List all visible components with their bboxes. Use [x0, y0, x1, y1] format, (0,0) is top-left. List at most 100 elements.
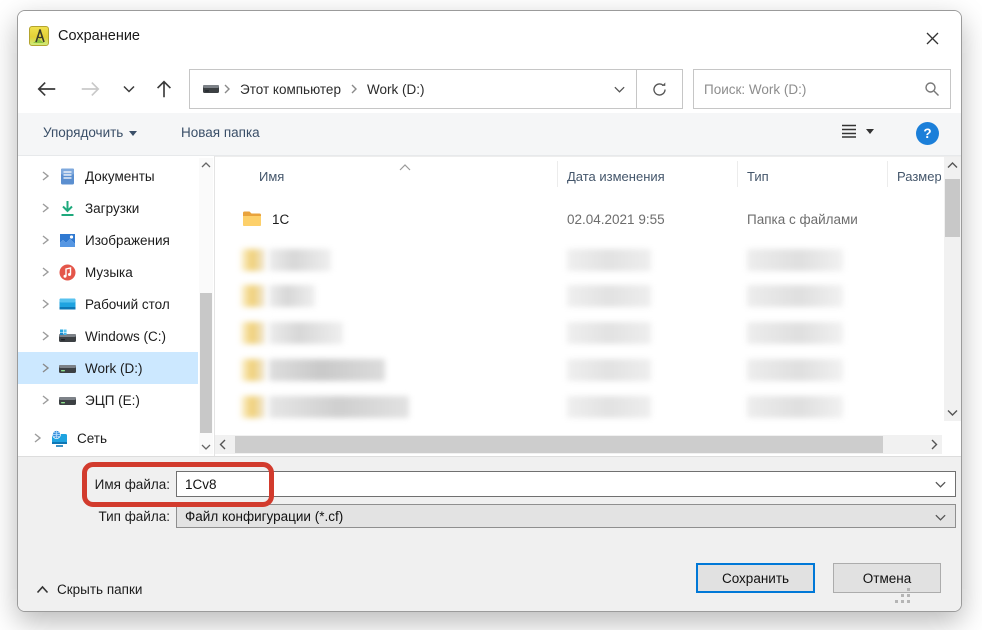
horizontal-scrollbar[interactable] — [215, 435, 942, 454]
caret-down-icon — [129, 131, 137, 136]
folder-icon — [241, 249, 265, 271]
scrollbar-thumb[interactable] — [200, 293, 212, 433]
scroll-down-icon[interactable] — [199, 440, 213, 454]
file-row-1c[interactable]: 1С 02.04.2021 9:55 Папка с файлами — [215, 205, 935, 235]
folder-icon — [241, 285, 265, 307]
list-view-icon — [840, 123, 858, 139]
desktop-icon — [58, 295, 77, 314]
cancel-button[interactable]: Отмена — [833, 563, 941, 593]
view-mode-button[interactable] — [840, 123, 874, 139]
organize-menu-button[interactable]: Упорядочить — [43, 125, 137, 140]
drive-icon — [58, 391, 77, 410]
address-bar[interactable]: Этот компьютер Work (D:) — [189, 69, 637, 109]
expand-chevron-icon[interactable] — [38, 169, 52, 183]
chevron-up-icon — [36, 585, 49, 594]
save-dialog-window: Сохранение Этот компьютер Work ( — [17, 10, 962, 612]
column-header-size[interactable]: Размер — [897, 169, 941, 184]
expand-chevron-icon[interactable] — [38, 297, 52, 311]
scroll-left-icon[interactable] — [215, 437, 231, 452]
vertical-scrollbar[interactable] — [944, 157, 961, 421]
folder-icon — [242, 210, 262, 227]
sidebar-item-label: Документы — [85, 169, 155, 184]
save-button[interactable]: Сохранить — [696, 563, 815, 593]
scroll-down-icon[interactable] — [945, 405, 960, 421]
sidebar-item-label: Сеть — [77, 431, 107, 446]
file-name: 1С — [272, 212, 289, 227]
scrollbar-thumb[interactable] — [235, 436, 883, 453]
sort-ascending-icon[interactable] — [398, 159, 412, 177]
scroll-up-icon[interactable] — [945, 157, 960, 173]
search-icon[interactable] — [924, 81, 940, 97]
column-divider — [557, 161, 558, 187]
sidebar-item-work-d[interactable]: Work (D:) — [18, 352, 198, 384]
search-input[interactable] — [704, 82, 924, 97]
redacted-row[interactable] — [215, 284, 935, 310]
column-divider — [737, 161, 738, 187]
expand-chevron-icon[interactable] — [38, 393, 52, 407]
sidebar-item-label: Work (D:) — [85, 361, 143, 376]
column-header-type[interactable]: Тип — [747, 169, 769, 184]
expand-chevron-icon[interactable] — [30, 431, 44, 445]
column-divider — [887, 161, 888, 187]
chevron-down-icon[interactable] — [934, 478, 947, 496]
sidebar-item-label: Загрузки — [85, 201, 139, 216]
scroll-up-icon[interactable] — [199, 158, 213, 172]
documents-icon — [58, 167, 77, 186]
redacted-row[interactable] — [215, 395, 935, 421]
sidebar-item-label: ЭЦП (E:) — [85, 393, 140, 408]
sidebar-item-desktop[interactable]: Рабочий стол — [18, 288, 198, 320]
sidebar-item-label: Windows (C:) — [85, 329, 166, 344]
breadcrumb-chevron-icon — [349, 83, 359, 95]
command-bar: Упорядочить Новая папка ? — [18, 113, 961, 156]
recent-locations-button[interactable] — [116, 76, 142, 102]
redacted-row[interactable] — [215, 248, 935, 274]
scroll-right-icon[interactable] — [926, 437, 942, 452]
hide-folders-button[interactable]: Скрыть папки — [36, 582, 142, 597]
sidebar-scrollbar[interactable] — [199, 158, 213, 454]
redacted-row[interactable] — [215, 321, 935, 347]
up-button[interactable] — [151, 76, 177, 102]
breadcrumb-current-folder[interactable]: Work (D:) — [361, 82, 431, 97]
new-folder-label: Новая папка — [181, 125, 260, 140]
folder-icon — [241, 322, 265, 344]
new-folder-button[interactable]: Новая папка — [181, 125, 260, 140]
caret-down-icon — [866, 129, 874, 134]
expand-chevron-icon[interactable] — [38, 361, 52, 375]
resize-grip[interactable] — [896, 589, 910, 603]
expand-chevron-icon[interactable] — [38, 233, 52, 247]
music-icon — [58, 263, 77, 282]
column-header-name[interactable]: Имя — [259, 169, 284, 184]
filename-label: Имя файла: — [70, 477, 170, 492]
expand-chevron-icon[interactable] — [38, 329, 52, 343]
chevron-down-icon — [934, 511, 947, 529]
address-dropdown-icon[interactable] — [613, 83, 626, 101]
title-bar: Сохранение — [18, 11, 961, 63]
window-title: Сохранение — [58, 28, 140, 44]
sidebar-item-documents[interactable]: Документы — [18, 160, 198, 192]
filetype-select[interactable]: Файл конфигурации (*.cf) — [176, 504, 956, 528]
navigation-bar: Этот компьютер Work (D:) — [18, 63, 961, 113]
scrollbar-thumb[interactable] — [945, 179, 960, 237]
refresh-button[interactable] — [636, 69, 683, 109]
sidebar-item-music[interactable]: Музыка — [18, 256, 198, 288]
sidebar-item-ecp-e[interactable]: ЭЦП (E:) — [18, 384, 198, 416]
expand-chevron-icon[interactable] — [38, 265, 52, 279]
back-button[interactable] — [34, 76, 60, 102]
sidebar-item-downloads[interactable]: Загрузки — [18, 192, 198, 224]
breadcrumb-this-pc[interactable]: Этот компьютер — [234, 82, 347, 97]
forward-button[interactable] — [77, 76, 103, 102]
sidebar-item-label: Изображения — [85, 233, 170, 248]
pictures-icon — [58, 231, 77, 250]
file-type: Папка с файлами — [747, 212, 858, 227]
sidebar-item-pictures[interactable]: Изображения — [18, 224, 198, 256]
sidebar-item-network[interactable]: Сеть — [18, 422, 198, 454]
sidebar-item-windows-c[interactable]: Windows (C:) — [18, 320, 198, 352]
help-button[interactable]: ? — [916, 122, 939, 145]
filename-input[interactable] — [177, 472, 917, 496]
close-button[interactable] — [917, 25, 947, 51]
column-header-date[interactable]: Дата изменения — [567, 169, 665, 184]
expand-chevron-icon[interactable] — [38, 201, 52, 215]
app-1c-icon — [29, 26, 49, 46]
redacted-row[interactable] — [215, 358, 935, 384]
filetype-value: Файл конфигурации (*.cf) — [177, 509, 343, 524]
